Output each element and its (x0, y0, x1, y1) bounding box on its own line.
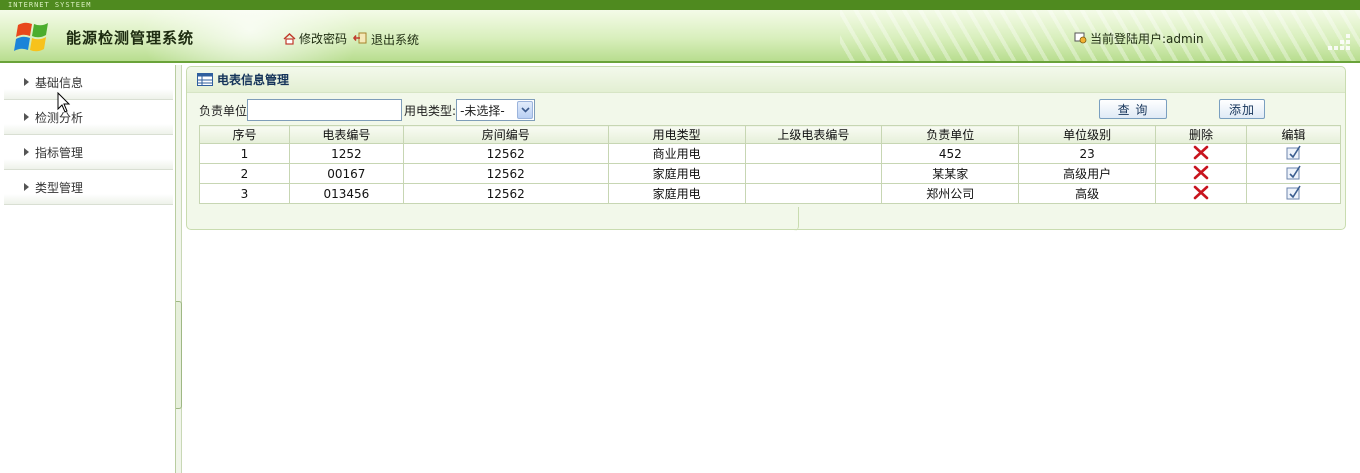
cell-room: 12562 (402, 143, 609, 164)
table-header-row: 序号 电表编号 房间编号 用电类型 上级电表编号 负责单位 单位级别 删除 编辑 (199, 125, 1341, 144)
col-header-room: 房间编号 (402, 125, 609, 144)
app-title: 能源检测管理系统 (66, 29, 195, 47)
col-header-parent: 上级电表编号 (744, 125, 883, 144)
col-header-type: 用电类型 (607, 125, 746, 144)
cell-room: 12562 (402, 183, 609, 204)
user-icon (1074, 32, 1087, 44)
top-strip-text: INTERNET SYSTEEM (8, 1, 92, 9)
cell-unit: 某某家 (881, 163, 1020, 184)
sidebar-item-indicator-management[interactable]: 指标管理 (4, 135, 173, 170)
col-header-no: 序号 (199, 125, 290, 144)
panel-header: 电表信息管理 (187, 67, 1345, 93)
search-bar: 负责单位 用电类型: -未选择- (199, 99, 1339, 121)
edit-icon[interactable] (1286, 145, 1302, 160)
windows-logo-icon (14, 22, 48, 52)
type-label: 用电类型: (404, 103, 457, 118)
cell-edit (1246, 163, 1341, 184)
top-strip: INTERNET SYSTEEM (0, 0, 1360, 10)
caret-right-icon (24, 148, 29, 156)
unit-input[interactable] (247, 99, 403, 121)
delete-icon[interactable] (1193, 185, 1209, 200)
cell-meter: 013456 (288, 183, 404, 204)
table-row: 3 013456 12562 家庭用电 郑州公司 高级 (199, 183, 1341, 204)
cell-delete (1155, 183, 1247, 204)
panel-footer (187, 207, 799, 231)
cell-no: 1 (199, 143, 290, 164)
decorative-dots-icon (1328, 34, 1350, 50)
cell-unit: 452 (881, 143, 1020, 164)
sidebar-item-label: 指标管理 (35, 145, 84, 160)
type-select-value: -未选择- (460, 103, 505, 118)
logout-label: 退出系统 (371, 33, 420, 47)
current-user-label: 当前登陆用户:admin (1090, 32, 1204, 46)
cell-parent (744, 143, 883, 164)
col-header-unit: 负责单位 (881, 125, 1020, 144)
cell-level: 23 (1018, 143, 1157, 164)
cell-edit (1246, 143, 1341, 164)
col-header-delete: 删除 (1155, 125, 1247, 144)
delete-icon[interactable] (1193, 145, 1209, 160)
add-button[interactable]: 添加 (1219, 99, 1265, 119)
change-password-link[interactable]: 修改密码 (283, 30, 347, 47)
edit-icon[interactable] (1286, 185, 1302, 200)
chevron-down-icon (517, 101, 534, 119)
cell-meter: 1252 (288, 143, 404, 164)
main-content: 电表信息管理 负责单位 用电类型: -未选择- 查 询 添加 序号 电表编号 房… (184, 66, 1346, 231)
logout-link[interactable]: 退出系统 (353, 28, 419, 48)
cell-parent (744, 163, 883, 184)
sidebar-item-type-management[interactable]: 类型管理 (4, 170, 173, 205)
splitter-handle[interactable] (176, 301, 182, 409)
cell-delete (1155, 163, 1247, 184)
caret-right-icon (24, 78, 29, 86)
col-header-meter: 电表编号 (288, 125, 404, 144)
table-row: 2 00167 12562 家庭用电 某某家 高级用户 (199, 163, 1341, 184)
delete-icon[interactable] (1193, 165, 1209, 180)
cell-room: 12562 (402, 163, 609, 184)
cell-parent (744, 183, 883, 204)
caret-right-icon (24, 183, 29, 191)
sidebar-item-basic-info[interactable]: 基础信息 (4, 65, 173, 100)
query-button[interactable]: 查 询 (1099, 99, 1167, 119)
sidebar-splitter[interactable] (176, 65, 182, 473)
cell-type: 商业用电 (607, 143, 746, 164)
meter-panel: 电表信息管理 负责单位 用电类型: -未选择- 查 询 添加 序号 电表编号 房… (186, 66, 1346, 231)
cell-type: 家庭用电 (607, 183, 746, 204)
cell-unit: 郑州公司 (881, 183, 1020, 204)
exit-icon (353, 32, 367, 43)
home-icon (283, 32, 296, 45)
cell-type: 家庭用电 (607, 163, 746, 184)
mouse-pointer-icon (57, 92, 71, 113)
meter-table: 序号 电表编号 房间编号 用电类型 上级电表编号 负责单位 单位级别 删除 编辑… (199, 125, 1341, 204)
caret-right-icon (24, 113, 29, 121)
cell-edit (1246, 183, 1341, 204)
panel-title: 电表信息管理 (217, 73, 290, 87)
edit-icon[interactable] (1286, 165, 1302, 180)
cell-no: 2 (199, 163, 290, 184)
change-password-label: 修改密码 (299, 32, 348, 46)
col-header-level: 单位级别 (1018, 125, 1157, 144)
unit-label: 负责单位 (199, 103, 248, 118)
table-row: 1 1252 12562 商业用电 452 23 (199, 143, 1341, 164)
cell-meter: 00167 (288, 163, 404, 184)
sidebar: 基础信息 检测分析 指标管理 类型管理 (0, 65, 176, 473)
current-user: 当前登陆用户:admin (1074, 30, 1204, 47)
sidebar-item-label: 基础信息 (35, 75, 84, 90)
cell-level: 高级用户 (1018, 163, 1157, 184)
header: 能源检测管理系统 修改密码 退出系统 当前登陆用户:admin (0, 10, 1360, 63)
cell-delete (1155, 143, 1247, 164)
sidebar-item-label: 类型管理 (35, 180, 84, 195)
cell-no: 3 (199, 183, 290, 204)
col-header-edit: 编辑 (1246, 125, 1341, 144)
cell-level: 高级 (1018, 183, 1157, 204)
sidebar-item-detection-analysis[interactable]: 检测分析 (4, 100, 173, 135)
type-select[interactable]: -未选择- (456, 99, 536, 121)
table-icon (197, 73, 213, 86)
